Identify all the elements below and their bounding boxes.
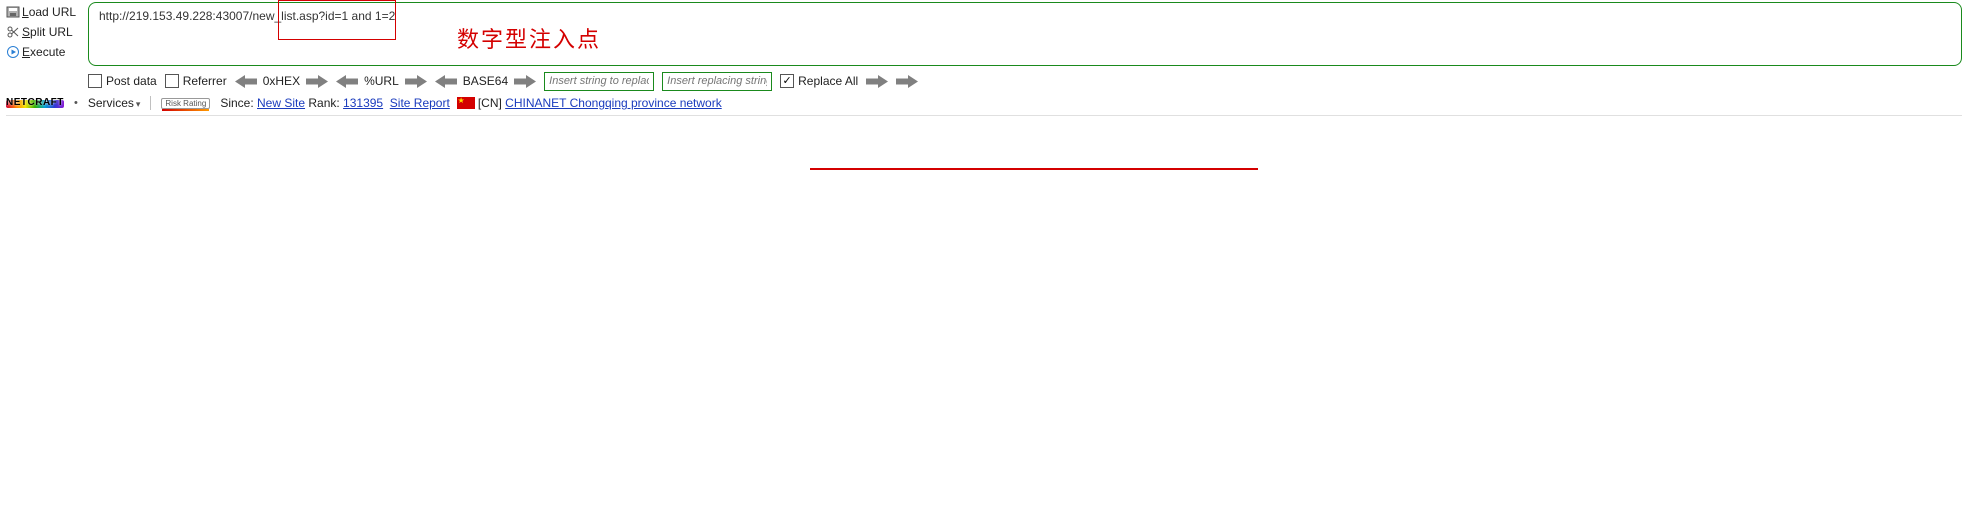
flag-cn-icon	[457, 97, 475, 109]
scissors-icon	[4, 25, 22, 39]
url-text: http://219.153.49.228:43007/new_list.asp…	[99, 9, 1951, 23]
netcraft-toolbar: NETCRAFT • Services Risk Rating Since: N…	[6, 94, 1962, 116]
since-block: Since: New Site Rank: 131395 Site Report…	[220, 96, 721, 110]
base64-encode-arrow-left-icon[interactable]	[435, 75, 457, 88]
load-url-button[interactable]: Load URL	[4, 2, 84, 22]
post-data-checkbox[interactable]: Post data	[88, 74, 157, 88]
site-report-link[interactable]: Site Report	[390, 96, 450, 110]
rank-link[interactable]: 131395	[343, 96, 383, 110]
url-encode-arrow-left-icon[interactable]	[336, 75, 358, 88]
url-input-box[interactable]: http://219.153.49.228:43007/new_list.asp…	[88, 2, 1962, 66]
risk-rating-badge[interactable]: Risk Rating	[161, 98, 210, 109]
replace-from-input[interactable]	[544, 72, 654, 91]
since-link[interactable]: New Site	[257, 96, 305, 110]
url-encode-arrow-right-icon[interactable]	[405, 75, 427, 88]
network-link[interactable]: CHINANET Chongqing province network	[505, 96, 722, 110]
disk-icon	[4, 5, 22, 19]
referrer-checkbox[interactable]: Referrer	[165, 74, 227, 88]
netcraft-logo[interactable]: NETCRAFT	[6, 97, 64, 110]
options-row: Post data Referrer 0xHEX %URL BASE64	[88, 70, 1962, 92]
split-url-button[interactable]: Split URL	[4, 22, 84, 42]
execute-button[interactable]: Execute	[4, 42, 84, 62]
separator	[150, 96, 151, 110]
annotation-underline	[810, 168, 1258, 170]
urlenc-label: %URL	[364, 74, 399, 88]
replace-all-checkbox[interactable]: Replace All	[780, 74, 858, 88]
replace-arrow-right-2-icon[interactable]	[896, 75, 918, 88]
replace-arrow-right-1-icon[interactable]	[866, 75, 888, 88]
hex-encode-arrow-right-icon[interactable]	[306, 75, 328, 88]
hex-encode-arrow-left-icon[interactable]	[235, 75, 257, 88]
base64-encode-arrow-right-icon[interactable]	[514, 75, 536, 88]
services-menu[interactable]: Services	[88, 96, 141, 110]
replace-with-input[interactable]	[662, 72, 772, 91]
base64-label: BASE64	[463, 74, 508, 88]
hex-label: 0xHEX	[263, 74, 300, 88]
netcraft-menu-button[interactable]: •	[74, 97, 78, 109]
play-icon	[4, 45, 22, 59]
